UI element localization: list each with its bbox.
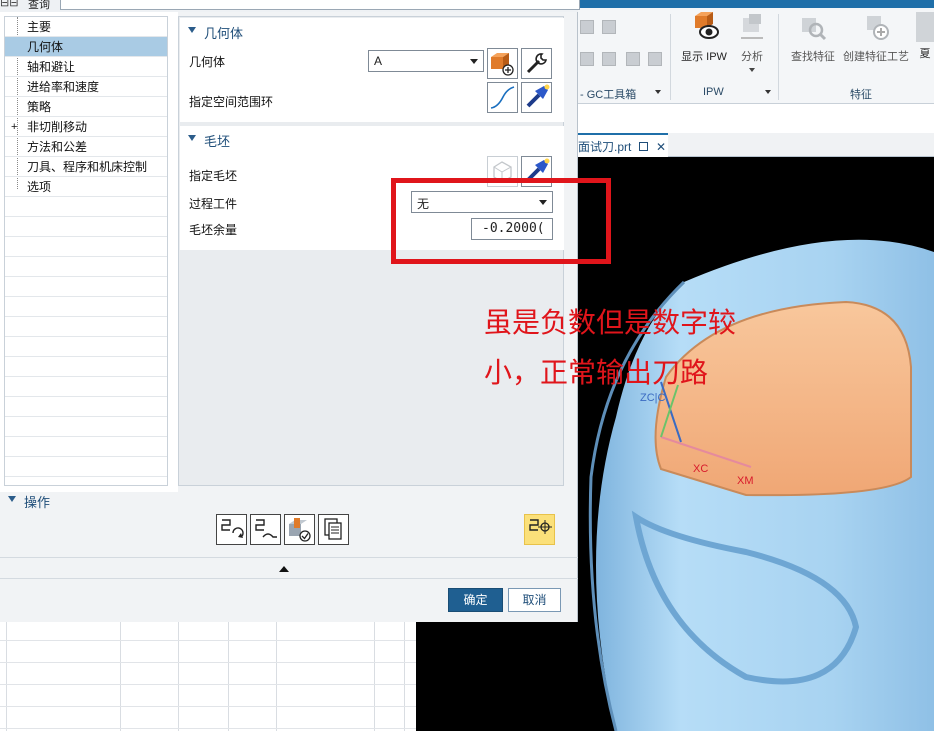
- tree-item-geometry[interactable]: 几何体: [5, 37, 167, 57]
- ipw-dropdown-icon[interactable]: [765, 90, 771, 94]
- xm-label: XM: [737, 475, 754, 487]
- annotation-note: 虽是负数但是数字较 小，正常输出刀路: [484, 298, 784, 398]
- blank-section-title: 毛坯: [204, 134, 231, 149]
- analyze-dropdown-icon: [749, 68, 755, 72]
- operations-header[interactable]: 操作: [0, 486, 578, 512]
- display-spatial-range-button[interactable]: [521, 82, 552, 113]
- expand-icon[interactable]: +: [11, 117, 17, 137]
- annotation-line-2: 小，正常输出刀路: [484, 356, 709, 389]
- query-label: 查询: [28, 0, 50, 11]
- copy-icon[interactable]: [580, 52, 594, 66]
- box-icon[interactable]: [626, 52, 640, 66]
- ribbon-group-ipw: IPW: [703, 86, 724, 98]
- flashlight-icon: [526, 84, 550, 108]
- annotation-highlight-box: [391, 178, 611, 264]
- ribbon: - GC工具箱 显示 IPW 分析 IPW 查找特征 创建特征工艺 夏 特征: [578, 8, 934, 104]
- point-icon[interactable]: [602, 52, 616, 66]
- filter-icon[interactable]: ⊟⊟: [0, 0, 18, 9]
- generate-icon: [221, 519, 244, 538]
- geometry-select-value: A: [374, 54, 383, 68]
- verify-icon: [289, 518, 311, 542]
- ok-button[interactable]: 确定: [448, 588, 503, 612]
- dialog-collapse-bar[interactable]: [0, 557, 578, 579]
- collapse-triangle-icon: [8, 496, 16, 502]
- ribbon-tab-strip: [578, 0, 934, 8]
- blank-section-header[interactable]: 毛坯: [180, 126, 564, 152]
- new-geometry-button[interactable]: [487, 48, 518, 79]
- toolbox-icon[interactable]: [580, 20, 594, 34]
- spatial-range-label: 指定空间范围环: [189, 95, 274, 109]
- curve-icon: [490, 86, 515, 109]
- replay-toolpath-button[interactable]: [250, 514, 281, 545]
- spatial-range-button[interactable]: [487, 82, 518, 113]
- file-tab[interactable]: 面试刀.prt ✕: [578, 133, 668, 157]
- ribbon-separator: [670, 14, 671, 100]
- create-feature-process-button[interactable]: 创建特征工艺: [840, 12, 912, 64]
- analyze-icon: [741, 14, 763, 39]
- verify-toolpath-button[interactable]: [284, 514, 315, 545]
- tree-item-axis-avoidance[interactable]: 轴和避让: [5, 57, 167, 77]
- annotation-line-1: 虽是负数但是数字较: [484, 306, 737, 339]
- tree-item-strategy[interactable]: 策略: [5, 97, 167, 117]
- tree-item-feeds-speeds[interactable]: 进给率和速度: [5, 77, 167, 97]
- create-feature-process-label: 创建特征工艺: [843, 51, 909, 63]
- show-ipw-button[interactable]: 显示 IPW: [676, 12, 732, 64]
- new-geometry-icon: [491, 53, 514, 76]
- toolpath-target-icon: [529, 519, 552, 534]
- generate-toolpath-button[interactable]: [216, 514, 247, 545]
- ribbon-separator: [778, 14, 779, 100]
- tree-item-method-tolerance[interactable]: 方法和公差: [5, 137, 167, 157]
- gc-toolbox-dropdown-icon[interactable]: [655, 90, 661, 94]
- chevron-up-icon: [279, 566, 289, 572]
- create-feature-process-icon: [867, 16, 889, 40]
- xc-label: XC: [693, 463, 708, 475]
- file-tab-label: 面试刀.prt: [578, 140, 632, 154]
- toolpath-settings-button[interactable]: [524, 514, 555, 545]
- lock-icon[interactable]: [648, 52, 662, 66]
- geometry-label: 几何体: [189, 55, 226, 69]
- geometry-select[interactable]: A: [368, 50, 484, 72]
- specify-blank-label: 指定毛坯: [189, 169, 238, 183]
- collapse-triangle-icon: [188, 27, 196, 33]
- geometry-section-header[interactable]: 几何体: [180, 18, 564, 44]
- show-ipw-icon: [695, 12, 719, 39]
- query-input[interactable]: [60, 0, 580, 10]
- list-icon: [324, 518, 342, 540]
- find-feature-button[interactable]: 查找特征: [786, 12, 840, 64]
- tree-item-options[interactable]: 选项: [5, 177, 167, 197]
- list-toolpath-button[interactable]: [318, 514, 349, 545]
- partial-ribbon-button[interactable]: 夏: [916, 12, 934, 61]
- geometry-section-title: 几何体: [204, 26, 244, 41]
- ribbon-group-gc-toolbox: - GC工具箱: [580, 89, 637, 101]
- find-feature-icon: [802, 18, 827, 41]
- find-feature-label: 查找特征: [791, 51, 835, 63]
- flag-icon[interactable]: [602, 20, 616, 34]
- ribbon-group-feature: 特征: [850, 89, 872, 101]
- wrench-icon: [526, 53, 547, 74]
- tree-item-main[interactable]: 主要: [5, 17, 167, 37]
- analyze-button[interactable]: 分析: [734, 12, 770, 72]
- process-workpiece-label: 过程工件: [189, 197, 238, 211]
- show-ipw-label: 显示 IPW: [681, 51, 727, 63]
- edit-geometry-button[interactable]: [521, 48, 552, 79]
- close-icon[interactable]: ✕: [656, 140, 666, 154]
- tree-item-tool-program-machine[interactable]: 刀具、程序和机床控制: [5, 157, 167, 177]
- tree-item-non-cutting-moves[interactable]: + 非切削移动: [5, 117, 167, 137]
- spreadsheet-grid: [0, 622, 416, 731]
- partial-button-icon: [916, 12, 934, 42]
- operations-toolbar: [0, 512, 578, 556]
- chevron-down-icon: [470, 59, 478, 64]
- window-icon[interactable]: [638, 142, 648, 151]
- blank-allowance-label: 毛坯余量: [189, 223, 238, 237]
- cancel-button[interactable]: 取消: [508, 588, 561, 612]
- analyze-label: 分析: [741, 51, 763, 63]
- navigator-tree: 主要 几何体 轴和避让 进给率和速度 策略 + 非切削移动 方法和公差 刀具、程…: [4, 16, 168, 486]
- replay-icon: [255, 519, 277, 538]
- collapse-triangle-icon: [188, 135, 196, 141]
- operations-title: 操作: [24, 495, 51, 510]
- query-bar: ⊟⊟ 查询: [0, 0, 580, 12]
- partial-button-label: 夏: [919, 48, 931, 60]
